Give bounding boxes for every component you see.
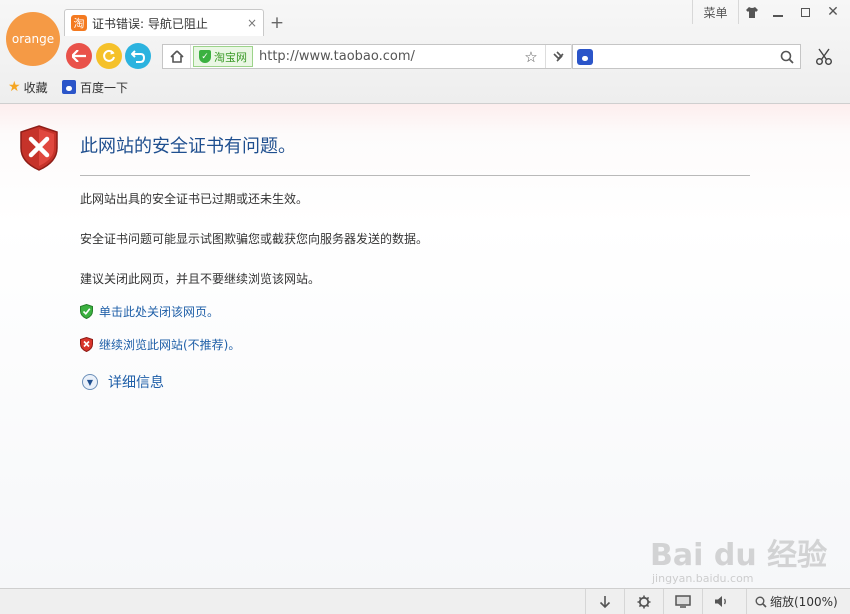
scissors-screenshot-icon[interactable] xyxy=(812,46,836,68)
error-paragraph: 此网站出具的安全证书已过期或还未生效。 xyxy=(80,192,309,206)
chevron-down-circle-icon: ▼ xyxy=(82,374,98,390)
continue-link[interactable]: 继续浏览此网站(不推荐)。 xyxy=(80,336,240,352)
shield-check-icon: ✓ xyxy=(199,50,211,63)
error-paragraph: 建议关闭此网页，并且不要继续浏览该网站。 xyxy=(80,272,321,286)
address-bar[interactable]: ✓ 淘宝网 http://www.taobao.com/ ☆ xyxy=(162,44,572,69)
minimize-button[interactable] xyxy=(764,0,792,24)
close-page-link-label[interactable]: 单击此处关闭该网页。 xyxy=(99,303,219,320)
watermark-url: jingyan.baidu.com xyxy=(652,572,754,585)
error-shield-icon xyxy=(20,125,58,171)
zoom-control[interactable]: 缩放(100%) xyxy=(746,589,850,614)
red-shield-icon xyxy=(80,336,93,352)
search-bar[interactable] xyxy=(572,44,801,69)
bookmark-label: 收藏 xyxy=(23,80,48,95)
details-toggle[interactable]: ▼ 详细信息 xyxy=(82,372,164,392)
taobao-favicon-icon: 淘 xyxy=(71,15,87,31)
green-shield-icon xyxy=(80,303,93,319)
menu-button[interactable]: 菜单 xyxy=(692,0,738,24)
screen-icon[interactable] xyxy=(663,589,701,614)
bookmark-baidu[interactable]: 百度一下 xyxy=(62,78,128,96)
bookmark-favorites[interactable]: ★ 收藏 xyxy=(8,78,48,96)
forward-chevron-icon[interactable] xyxy=(548,44,572,69)
continue-link-label[interactable]: 继续浏览此网站(不推荐)。 xyxy=(99,336,240,353)
skin-shirt-icon[interactable] xyxy=(738,0,764,24)
site-badge-label: 淘宝网 xyxy=(214,50,247,64)
divider xyxy=(80,175,750,176)
close-page-link[interactable]: 单击此处关闭该网页。 xyxy=(80,303,219,319)
tab-close-button[interactable]: × xyxy=(245,16,259,30)
baidu-paw-icon[interactable] xyxy=(577,48,593,65)
search-icon[interactable] xyxy=(774,45,800,68)
baidu-jingyan-watermark: Bai du 经验 xyxy=(650,538,828,573)
details-label: 详细信息 xyxy=(108,375,164,391)
bookmark-label: 百度一下 xyxy=(80,80,129,95)
status-bar: 缩放(100%) xyxy=(0,588,850,614)
page-title: 此网站的安全证书有问题。 xyxy=(80,136,296,157)
tab-title: 证书错误: 导航已阻止 xyxy=(92,16,208,31)
url-text[interactable]: http://www.taobao.com/ xyxy=(253,49,517,64)
orange-logo: orange xyxy=(6,12,60,66)
new-tab-button[interactable]: + xyxy=(268,13,286,33)
download-icon[interactable] xyxy=(585,589,623,614)
star-icon: ★ xyxy=(8,79,21,95)
refresh-button[interactable] xyxy=(96,43,122,69)
site-security-badge[interactable]: ✓ 淘宝网 xyxy=(193,46,253,67)
home-icon[interactable] xyxy=(163,45,191,68)
error-paragraph: 安全证书问题可能显示试图欺骗您或截获您向服务器发送的数据。 xyxy=(80,232,429,246)
zoom-label: 缩放(100%) xyxy=(770,595,838,609)
error-page: 此网站的安全证书有问题。 此网站出具的安全证书已过期或还未生效。 安全证书问题可… xyxy=(0,104,850,588)
search-input[interactable] xyxy=(593,45,774,68)
zoom-magnifier-icon xyxy=(755,596,767,608)
browser-chrome: orange 淘 证书错误: 导航已阻止 × + 菜单 ✕ ✓ 淘宝网 http… xyxy=(0,0,850,104)
back-button[interactable] xyxy=(66,43,92,69)
close-window-button[interactable]: ✕ xyxy=(818,0,848,24)
baidu-paw-icon xyxy=(62,80,76,94)
star-favorite-icon[interactable]: ☆ xyxy=(517,48,545,66)
gear-icon[interactable] xyxy=(624,589,662,614)
tab-active[interactable]: 淘 证书错误: 导航已阻止 × xyxy=(64,9,264,36)
maximize-button[interactable] xyxy=(792,0,818,24)
volume-icon[interactable] xyxy=(702,589,740,614)
undo-close-tab-button[interactable] xyxy=(125,43,151,69)
